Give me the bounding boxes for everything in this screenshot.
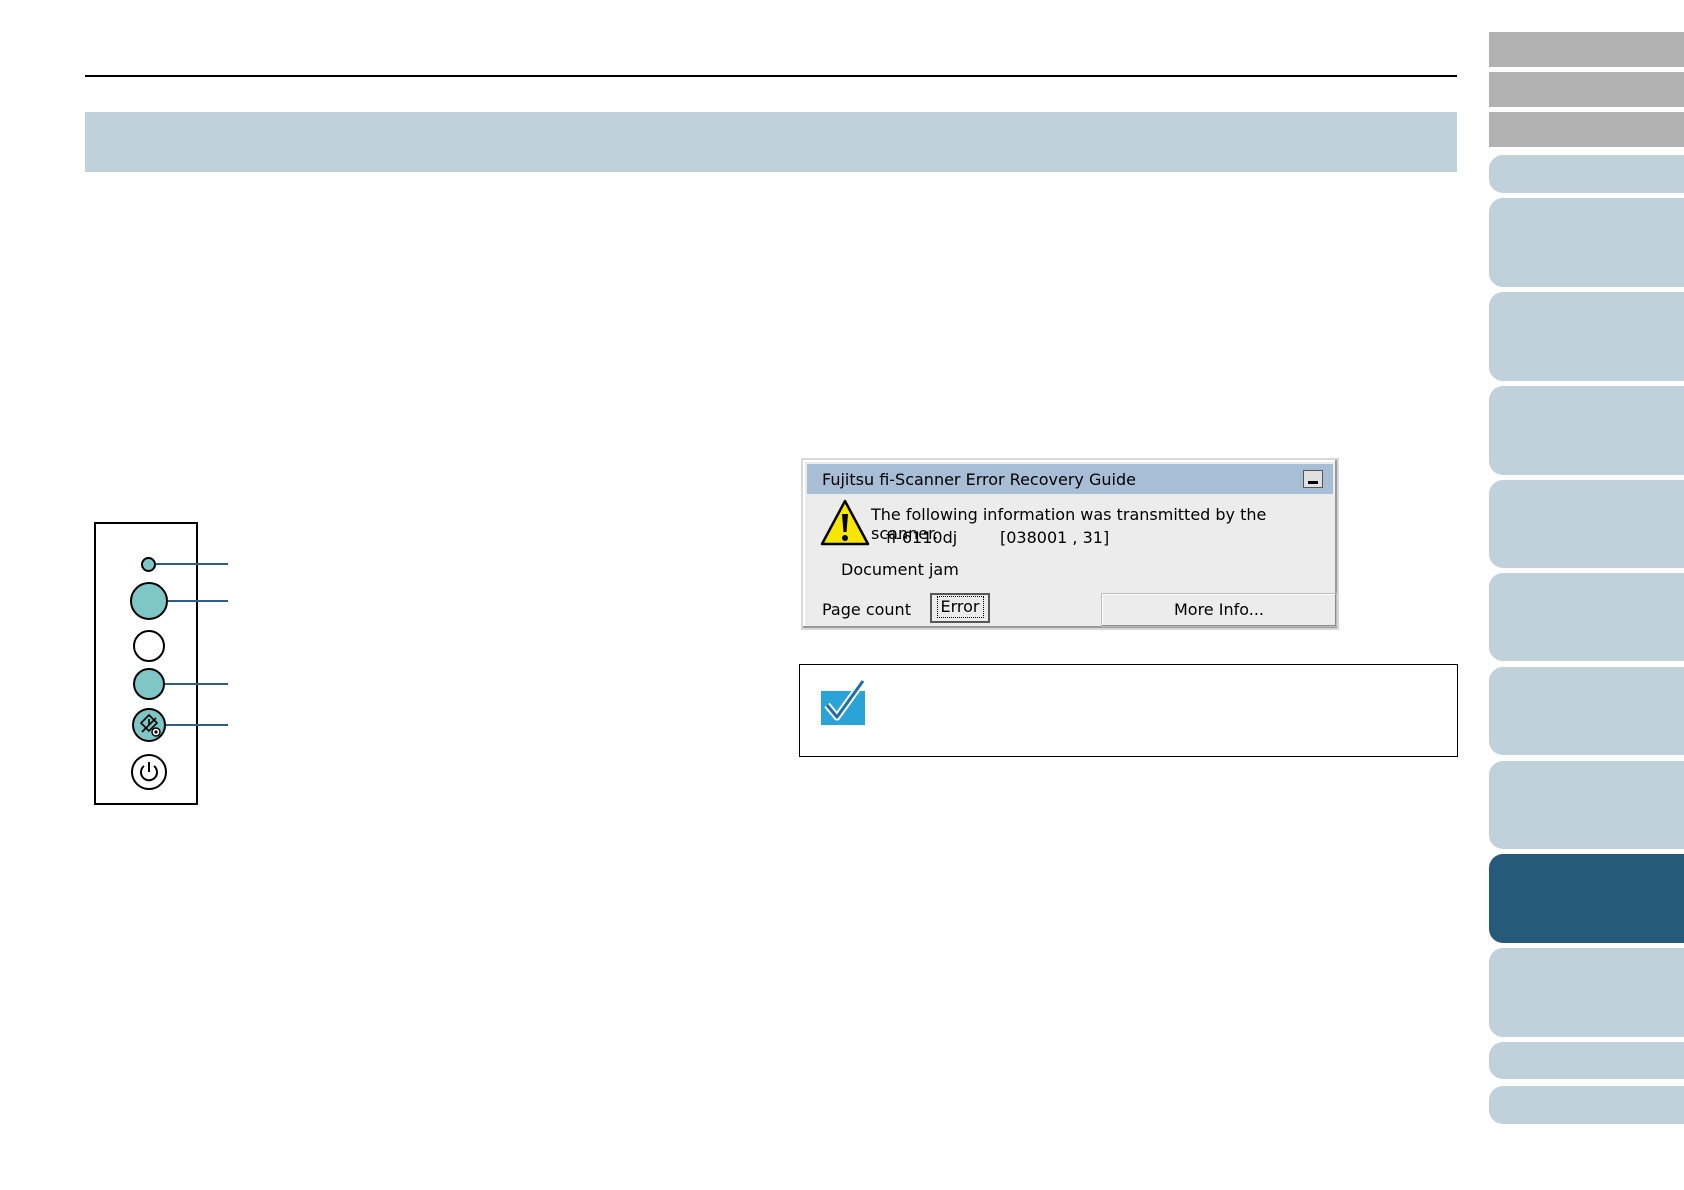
dialog-title: Fujitsu fi-Scanner Error Recovery Guide — [822, 470, 1136, 489]
side-tab-5[interactable] — [1489, 480, 1684, 568]
section-header-band — [85, 112, 1457, 172]
power-icon — [140, 762, 158, 782]
side-tab-8[interactable] — [1489, 761, 1684, 849]
page-count-label: Page count — [822, 600, 911, 619]
side-tab-10[interactable] — [1489, 948, 1684, 1037]
side-tab-1[interactable] — [1489, 155, 1684, 193]
side-tab-3[interactable] — [1489, 292, 1684, 381]
minimize-button[interactable] — [1303, 470, 1323, 488]
error-button-label: Error — [936, 596, 984, 618]
side-tab-9-active[interactable] — [1489, 854, 1684, 943]
minimize-icon — [1308, 481, 1318, 484]
side-tab-top-2[interactable] — [1489, 72, 1684, 107]
stop-button — [132, 708, 166, 742]
hint-box — [799, 664, 1458, 757]
callout-line-function — [168, 600, 228, 602]
checkmark-icon — [821, 679, 866, 725]
scanner-model: fi-6110dj — [886, 528, 958, 547]
error-button[interactable]: Error — [930, 593, 990, 623]
side-tab-top-1[interactable] — [1489, 32, 1684, 67]
side-tab-7[interactable] — [1489, 667, 1684, 755]
power-button — [131, 754, 167, 790]
callout-line-scan — [165, 683, 228, 685]
warning-icon — [820, 499, 870, 546]
error-code: [038001 , 31] — [1000, 528, 1110, 547]
side-tab-6[interactable] — [1489, 573, 1684, 661]
scan-button — [133, 668, 165, 700]
side-tab-top-3[interactable] — [1489, 112, 1684, 147]
more-info-button[interactable]: More Info... — [1101, 593, 1337, 627]
dialog-titlebar: Fujitsu fi-Scanner Error Recovery Guide — [807, 464, 1333, 494]
error-status: Document jam — [841, 560, 959, 579]
side-tab-12[interactable] — [1489, 1086, 1684, 1124]
indicator-led — [141, 557, 156, 572]
side-tab-4[interactable] — [1489, 386, 1684, 475]
side-tab-11[interactable] — [1489, 1042, 1684, 1079]
function-button — [130, 582, 168, 620]
blank-button — [133, 630, 165, 662]
top-rule — [85, 75, 1457, 77]
side-tab-2[interactable] — [1489, 198, 1684, 287]
error-recovery-dialog: Fujitsu fi-Scanner Error Recovery Guide … — [801, 458, 1339, 630]
callout-line-stop — [166, 724, 228, 726]
callout-line-led — [156, 563, 228, 565]
stop-clear-icon — [139, 713, 161, 737]
